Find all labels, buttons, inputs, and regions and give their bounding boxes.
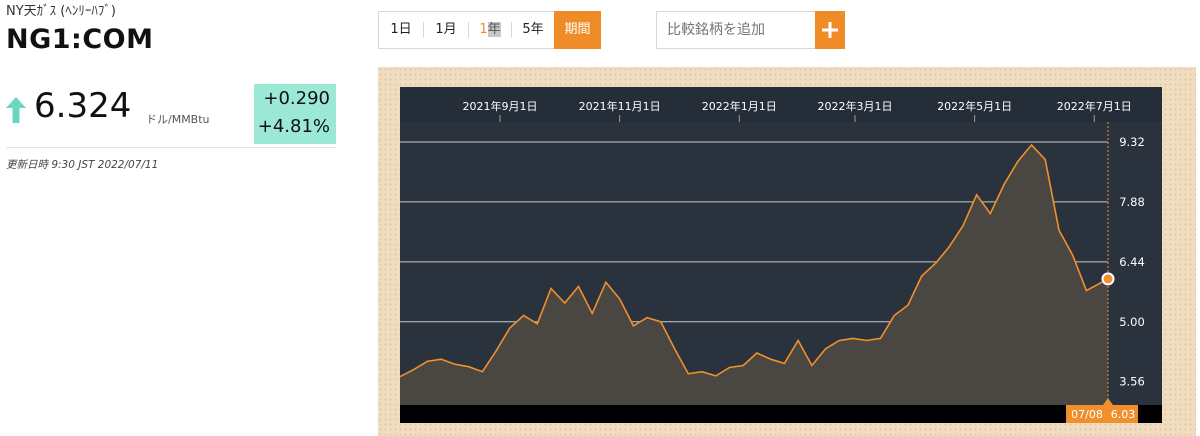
plus-icon (822, 22, 838, 38)
range-1-year-button[interactable]: 1年 (469, 12, 511, 48)
x-tick-label: 2022年7月1日 (1057, 99, 1132, 113)
change-box: +0.290 +4.81% (254, 84, 336, 144)
up-arrow-icon (6, 97, 26, 127)
range-1-year-unit: 年 (487, 22, 501, 37)
x-tick-label: 2022年1月1日 (702, 99, 777, 113)
updated-timestamp: 更新日時 9:30 JST 2022/07/11 (6, 159, 159, 171)
instrument-symbol: NG1:COM (6, 24, 154, 55)
x-tick-label: 2021年9月1日 (463, 99, 538, 113)
y-tick-label: 9.32 (1119, 135, 1145, 149)
x-tick-label: 2021年11月1日 (579, 99, 661, 113)
header-divider (6, 147, 336, 148)
compare-add-button[interactable] (815, 11, 845, 49)
y-tick-label: 7.88 (1119, 195, 1145, 209)
current-value-label: 6.03 (1111, 408, 1136, 421)
range-selector: 1日 1月 1年 5年 期間 (378, 11, 601, 49)
x-tick-label: 2022年5月1日 (937, 99, 1012, 113)
current-price: 6.324 (34, 86, 132, 126)
price-unit: ドル/MMBtu (146, 113, 210, 126)
instrument-subtitle: NY天ｶﾞｽ (ﾍﾝﾘｰﾊﾌﾞ) (6, 4, 116, 19)
current-value-marker[interactable] (1101, 272, 1115, 286)
x-tick-label: 2022年3月1日 (818, 99, 893, 113)
range-1-month-button[interactable]: 1月 (424, 12, 468, 48)
y-tick-label: 6.44 (1119, 255, 1145, 269)
current-date-label: 07/08 (1071, 408, 1103, 421)
change-percent: +4.81% (257, 116, 330, 137)
range-period-button[interactable]: 期間 (554, 11, 601, 49)
compare-symbol-input[interactable] (656, 11, 816, 49)
y-tick-label: 5.00 (1119, 315, 1145, 329)
range-1-year-number: 1 (479, 22, 488, 37)
change-absolute: +0.290 (263, 88, 330, 109)
chart-bottom-band (400, 405, 1162, 423)
price-chart[interactable]: 2021年9月1日 2021年11月1日 2022年1月1日 2022年3月1日 202… (400, 87, 1162, 423)
range-5-year-button[interactable]: 5年 (512, 12, 554, 48)
y-tick-label: 3.56 (1119, 375, 1145, 389)
range-1-day-button[interactable]: 1日 (379, 12, 423, 48)
